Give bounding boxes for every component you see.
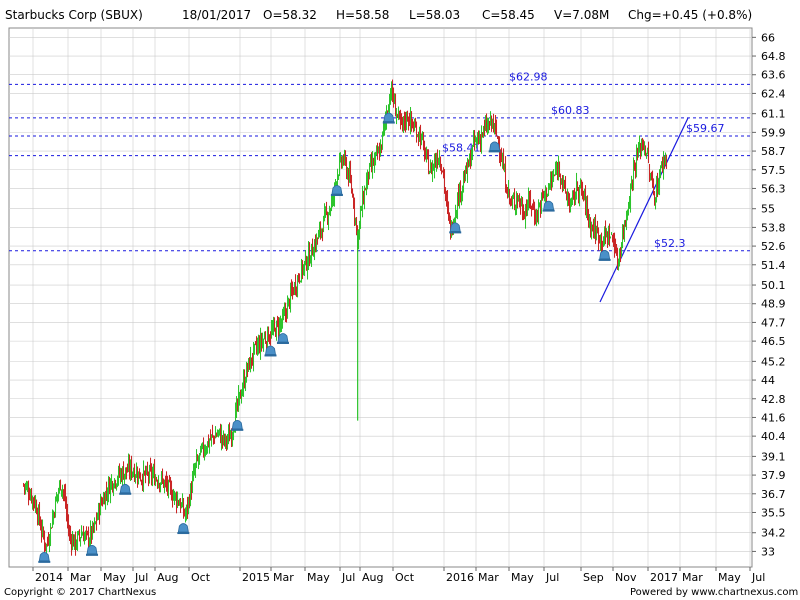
level-label: $62.98 (509, 70, 548, 83)
marker-base (488, 150, 501, 153)
x-tick-label: Mar (478, 571, 499, 584)
footer: Copyright © 2017 ChartNexus Powered by w… (0, 585, 800, 600)
y-tick-label: 58.7 (761, 145, 786, 158)
plot-area (8, 27, 753, 568)
x-tick-label: Oct (395, 571, 415, 584)
x-tick-label: Nov (615, 571, 637, 584)
y-tick-label: 34.2 (761, 527, 786, 540)
y-tick-label: 55 (761, 203, 775, 216)
x-tick-label: Sep (583, 571, 604, 584)
x-tick-label: 2015 (242, 571, 270, 584)
marker-base (276, 342, 289, 345)
x-tick-label: 2016 (446, 571, 474, 584)
y-tick-label: 42.8 (761, 393, 786, 406)
x-tick-label: Aug (157, 571, 178, 584)
y-tick-label: 36.7 (761, 488, 786, 501)
x-tick-label: Mar (273, 571, 294, 584)
y-tick-label: 64.8 (761, 50, 786, 63)
y-tick-label: 47.7 (761, 316, 786, 329)
marker-base (119, 492, 132, 495)
y-tick-label: 63.6 (761, 69, 786, 82)
x-tick-label: Oct (191, 571, 211, 584)
y-tick-label: 56.3 (761, 182, 786, 195)
y-tick-label: 59.9 (761, 126, 786, 139)
x-tick-label: Jul (341, 571, 355, 584)
x-tick-label: May (307, 571, 330, 584)
x-tick-label: Jul (751, 571, 765, 584)
y-tick-label: 52.6 (761, 240, 786, 253)
y-tick-label: 62.4 (761, 87, 786, 100)
marker-base (382, 121, 395, 124)
marker-base (86, 553, 99, 556)
y-tick-label: 45.2 (761, 355, 786, 368)
copyright-text: Copyright © 2017 ChartNexus (4, 587, 157, 598)
x-tick-label: 2017 (650, 571, 678, 584)
y-tick-label: 53.8 (761, 221, 786, 234)
y-tick-label: 44 (761, 374, 775, 387)
y-tick-label: 48.9 (761, 298, 786, 311)
y-tick-label: 51.4 (761, 259, 786, 272)
x-tick-label: May (718, 571, 741, 584)
y-tick-label: 66 (761, 31, 775, 44)
price-chart[interactable]: 33 34.2 35.5 36.7 37.9 39.1 40.4 41.6 42.8 44 45.2… (0, 0, 800, 600)
y-tick-label: 35.5 (761, 506, 786, 519)
x-tick-label: Mar (682, 571, 703, 584)
x-tick-label: May (103, 571, 126, 584)
powered-by-link[interactable]: Powered by www.chartnexus.com (630, 587, 798, 598)
y-tick-label: 39.1 (761, 450, 786, 463)
level-label: $60.83 (551, 104, 590, 117)
y-tick-label: 33 (761, 545, 775, 558)
marker-base (598, 258, 611, 261)
marker-base (231, 428, 244, 431)
y-tick-label: 57.5 (761, 164, 786, 177)
marker-base (449, 231, 462, 234)
x-tick-label: Jul (134, 571, 148, 584)
x-tick-label: Mar (70, 571, 91, 584)
marker-base (542, 209, 555, 212)
level-label: $59.67 (686, 122, 725, 135)
y-tick-label: 50.1 (761, 279, 786, 292)
x-tick-label: Jul (545, 571, 559, 584)
level-label: $52.3 (654, 237, 686, 250)
marker-base (330, 194, 343, 197)
y-tick-label: 61.1 (761, 108, 786, 121)
marker-base (264, 354, 277, 357)
marker-base (177, 532, 190, 535)
y-tick-label: 46.5 (761, 335, 786, 348)
y-tick-label: 37.9 (761, 469, 786, 482)
y-tick-label: 41.6 (761, 411, 786, 424)
x-tick-label: May (511, 571, 534, 584)
marker-base (38, 560, 51, 563)
x-tick-label: 2014 (35, 571, 63, 584)
y-tick-label: 40.4 (761, 430, 786, 443)
x-tick-label: Aug (362, 571, 383, 584)
